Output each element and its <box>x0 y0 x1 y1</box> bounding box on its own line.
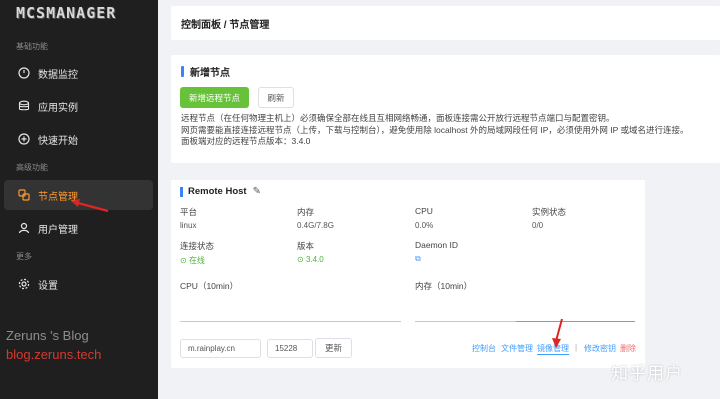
memory-chart-baseline <box>415 321 516 322</box>
check-circle-icon: ⊙ <box>297 255 304 264</box>
page-header: 控制面板 / 节点管理 <box>171 6 720 40</box>
connection-status-value: ⊙ 在线 <box>180 256 205 265</box>
host-address-input[interactable]: m.rainplay.cn <box>180 339 261 358</box>
delete-link[interactable]: 删除 <box>620 343 636 354</box>
add-remote-node-button[interactable]: 新增远程节点 <box>180 87 249 108</box>
sidebar-item-settings[interactable]: 设置 <box>4 269 153 299</box>
nodes-icon <box>18 189 30 201</box>
copy-icon[interactable]: ⧉ <box>415 254 421 264</box>
breadcrumb: 控制面板 / 节点管理 <box>181 19 270 31</box>
check-circle-icon: ⊙ <box>180 256 187 265</box>
dashboard-icon <box>18 67 30 79</box>
zhihu-watermark: 知乎用户 <box>611 364 683 383</box>
memory-chart-label: 内存（10min） <box>415 281 473 291</box>
platform-label: 平台 <box>180 207 198 217</box>
annotation-arrow-icon <box>552 318 563 348</box>
gear-icon <box>18 278 30 290</box>
app-logo: MCSMANAGER <box>16 4 117 22</box>
remote-host-title: Remote Host ✎ <box>180 186 261 197</box>
file-manager-link[interactable]: 文件管理 <box>501 343 533 354</box>
memory-value: 0.4G/7.8G <box>297 221 334 230</box>
add-node-description: 远程节点（在任何物理主机上）必须确保全部在线且互相网络畅通，面板连接需公开放行远… <box>181 113 689 146</box>
change-key-link[interactable]: 修改密钥 <box>584 343 616 354</box>
instance-status-value: 0/0 <box>532 221 544 230</box>
section-label-advanced: 高级功能 <box>16 163 48 172</box>
sidebar-item-dashboard[interactable]: 数据监控 <box>4 58 153 88</box>
sidebar-item-users[interactable]: 用户管理 <box>4 213 153 243</box>
database-icon <box>18 100 30 112</box>
add-node-title: 新增节点 <box>181 64 230 79</box>
memory-label: 内存 <box>297 207 315 217</box>
remote-host-card: Remote Host ✎ 平台 linux 内存 0.4G/7.8G CPU … <box>171 180 645 368</box>
cpu-chart-label: CPU（10min） <box>180 281 239 291</box>
host-port-input[interactable]: 15228 <box>267 339 313 358</box>
annotation-arrow-icon <box>71 199 109 213</box>
sidebar-item-label: 快速开始 <box>38 135 78 147</box>
user-icon <box>18 222 30 234</box>
console-link[interactable]: 控制台 <box>472 343 496 354</box>
refresh-button[interactable]: 刷新 <box>258 87 294 108</box>
sidebar-item-instances[interactable]: 应用实例 <box>4 91 153 121</box>
instance-status-label: 实例状态 <box>532 207 567 217</box>
daemon-id-label: Daemon ID <box>415 240 458 250</box>
edit-icon[interactable]: ✎ <box>253 186 261 197</box>
cpu-value: 0.0% <box>415 221 434 230</box>
update-button[interactable]: 更新 <box>315 338 352 358</box>
sidebar-item-label: 用户管理 <box>38 224 78 236</box>
memory-chart-line <box>516 321 635 322</box>
section-label-more: 更多 <box>16 252 32 261</box>
blog-watermark-name: Zeruns 's Blog <box>6 328 89 343</box>
section-label-basic: 基础功能 <box>16 42 48 51</box>
connection-status-label: 连接状态 <box>180 241 215 251</box>
add-node-card: 新增节点 新增远程节点 刷新 远程节点（在任何物理主机上）必须确保全部在线且互相… <box>171 55 720 163</box>
cpu-label: CPU <box>415 206 433 216</box>
sidebar-item-label: 设置 <box>38 280 58 292</box>
blog-watermark-url: blog.zeruns.tech <box>6 347 102 362</box>
version-label: 版本 <box>297 241 315 251</box>
sidebar-item-label: 应用实例 <box>38 102 78 114</box>
sidebar-item-label: 数据监控 <box>38 69 78 81</box>
platform-value: linux <box>180 221 197 230</box>
sidebar-item-quickstart[interactable]: 快速开始 <box>4 124 153 154</box>
cpu-chart <box>180 321 401 322</box>
plus-circle-icon <box>18 133 30 145</box>
version-value: ⊙ 3.4.0 <box>297 255 324 264</box>
